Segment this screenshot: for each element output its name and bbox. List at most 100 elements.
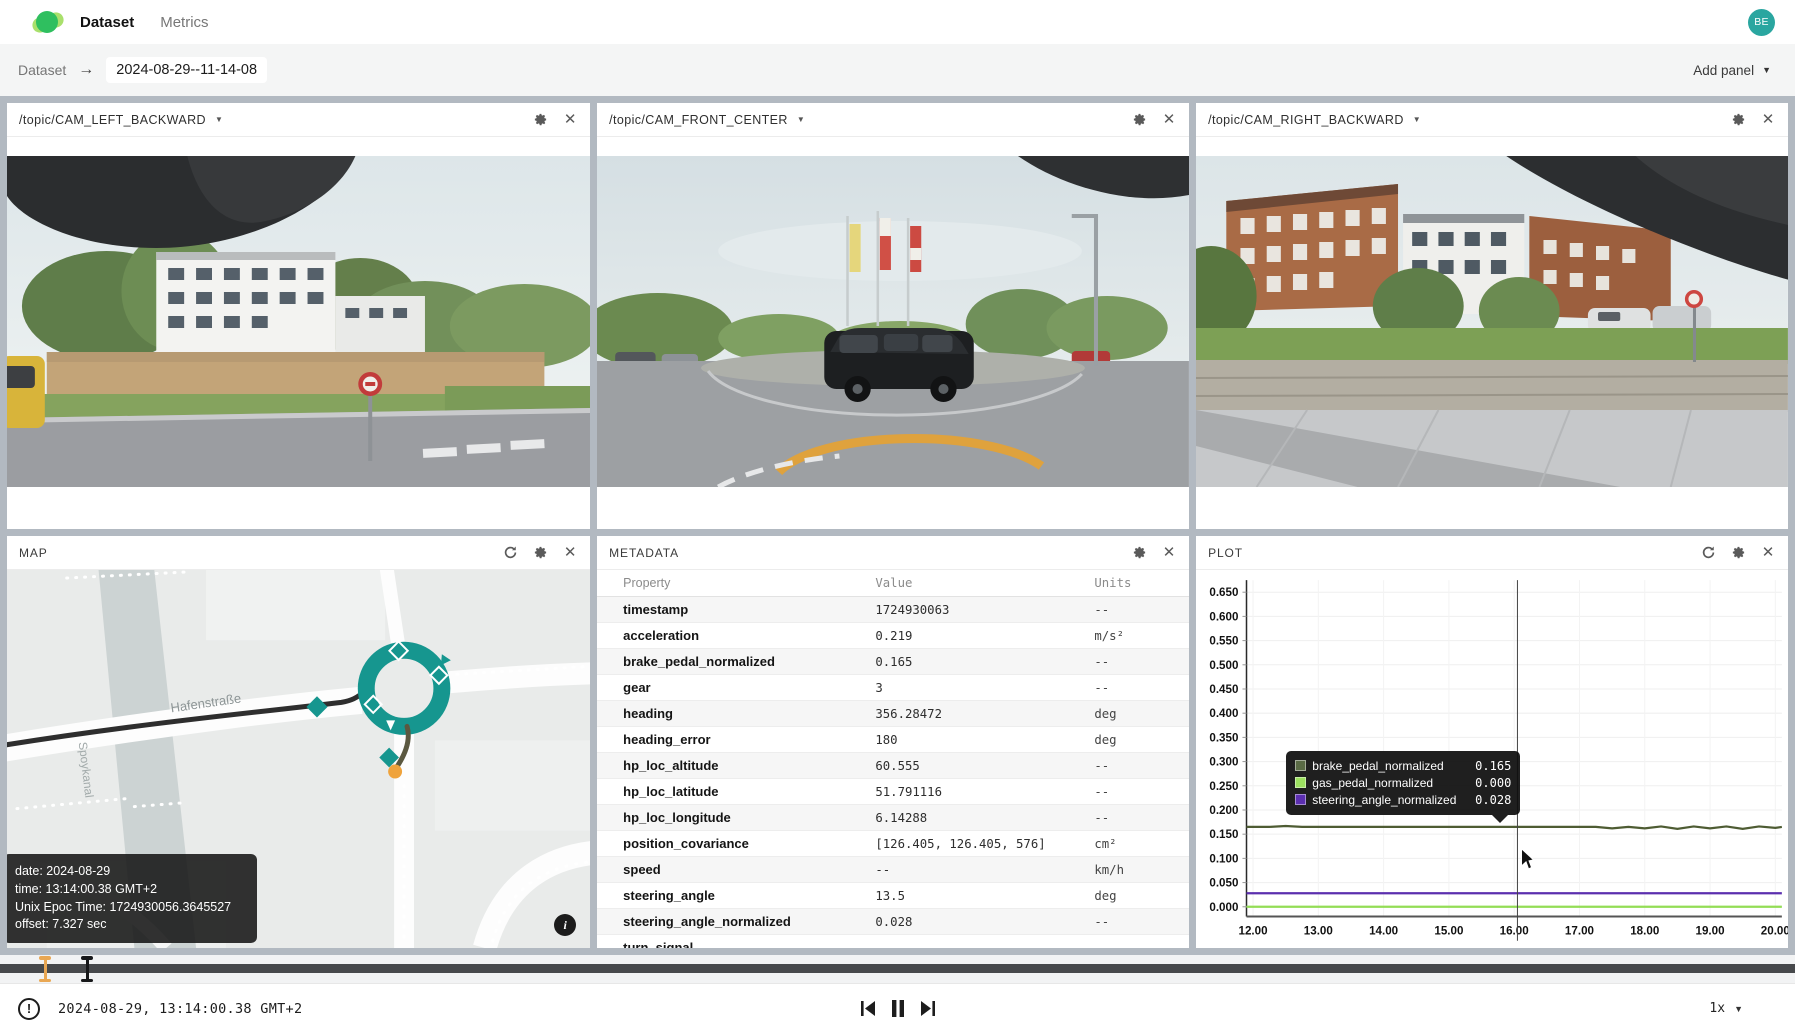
panel-title-metadata: METADATA (609, 546, 679, 560)
y-tick-label: 0.250 (1209, 780, 1238, 793)
close-icon[interactable]: ✕ (562, 112, 578, 128)
table-row: timestamp1724930063-- (597, 597, 1189, 623)
speed-label: 1x (1709, 1001, 1725, 1016)
close-icon[interactable]: ✕ (1760, 545, 1776, 561)
units-cell: -- (1094, 935, 1189, 949)
table-row: gear3-- (597, 675, 1189, 701)
y-tick-label: 0.200 (1209, 804, 1238, 817)
alert-icon[interactable]: ! (18, 998, 40, 1020)
property-cell: turn_signal (597, 935, 875, 949)
camera-view-left-backward[interactable] (7, 156, 590, 487)
metadata-table-body: timestamp1724930063--acceleration0.219m/… (597, 597, 1189, 949)
x-tick-label: 20.00 (1761, 925, 1788, 938)
y-tick-label: 0.500 (1209, 659, 1238, 672)
plot-legend-tooltip: brake_pedal_normalized0.165gas_pedal_nor… (1286, 751, 1520, 815)
gear-icon[interactable] (532, 545, 548, 561)
breadcrumb-bar: Dataset → 2024-08-29--11-14-08 Add panel… (0, 44, 1795, 96)
property-cell: hp_loc_altitude (597, 753, 875, 779)
gear-icon[interactable] (1730, 112, 1746, 128)
units-cell: -- (1094, 909, 1189, 935)
app-logo-icon[interactable] (34, 8, 64, 36)
info-icon[interactable]: i (554, 914, 576, 936)
camera-view-right-backward[interactable] (1196, 156, 1788, 487)
close-icon[interactable]: ✕ (1161, 545, 1177, 561)
property-cell: heading_error (597, 727, 875, 753)
x-tick-label: 14.00 (1369, 925, 1398, 938)
legend-swatch (1295, 794, 1306, 805)
add-panel-label: Add panel (1693, 63, 1754, 78)
y-tick-label: 0.550 (1209, 635, 1238, 648)
y-tick-label: 0.000 (1209, 901, 1238, 914)
gear-icon[interactable] (1131, 112, 1147, 128)
y-tick-label: 0.400 (1209, 707, 1238, 720)
value-cell: [126.405, 126.405, 576] (875, 831, 1094, 857)
panel-plot: PLOT ✕ 0.0000.0500.1000.1500.2000.2500.3… (1196, 536, 1788, 948)
chevron-down-icon: ▼ (1762, 65, 1771, 75)
chevron-down-icon: ▼ (1734, 1004, 1743, 1014)
scene-center (597, 156, 1189, 487)
scene-left (7, 156, 590, 487)
legend-value: 0.028 (1475, 793, 1511, 807)
property-cell: steering_angle_normalized (597, 909, 875, 935)
y-tick-label: 0.350 (1209, 731, 1238, 744)
panel-map: MAP ✕ (7, 536, 590, 948)
timeline-scrubber (0, 955, 1795, 983)
property-cell: gear (597, 675, 875, 701)
units-cell: m/s² (1094, 623, 1189, 649)
metadata-table: Property Value Units timestamp1724930063… (597, 570, 1189, 948)
value-cell: 0.165 (875, 649, 1094, 675)
x-tick-label: 19.00 (1696, 925, 1725, 938)
tab-metrics[interactable]: Metrics (160, 14, 208, 31)
add-panel-button[interactable]: Add panel ▼ (1693, 63, 1771, 78)
property-cell: position_covariance (597, 831, 875, 857)
gear-icon[interactable] (532, 112, 548, 128)
topic-selector-cam-left[interactable]: /topic/CAM_LEFT_BACKWARD ▼ (19, 113, 223, 127)
breadcrumb-arrow-icon: → (78, 61, 94, 79)
tooltip-offset: offset: 7.327 sec (15, 916, 245, 934)
skip-forward-button[interactable] (920, 1000, 936, 1017)
camera-view-front-center[interactable] (597, 156, 1189, 487)
value-cell: 60.555 (875, 753, 1094, 779)
user-avatar[interactable]: BE (1748, 9, 1775, 36)
skip-back-button[interactable] (860, 1000, 876, 1017)
plot-canvas[interactable]: 0.0000.0500.1000.1500.2000.2500.3000.350… (1196, 570, 1788, 948)
close-icon[interactable]: ✕ (1760, 112, 1776, 128)
map-time-tooltip: date: 2024-08-29 time: 13:14:00.38 GMT+2… (7, 854, 257, 943)
legend-label: steering_angle_normalized (1312, 793, 1475, 807)
table-row: brake_pedal_normalized0.165-- (597, 649, 1189, 675)
table-row: acceleration0.219m/s² (597, 623, 1189, 649)
close-icon[interactable]: ✕ (1161, 112, 1177, 128)
gear-icon[interactable] (1131, 545, 1147, 561)
close-icon[interactable]: ✕ (562, 545, 578, 561)
value-cell: 0.028 (875, 909, 1094, 935)
breadcrumb-root[interactable]: Dataset (18, 62, 66, 78)
legend-swatch (1295, 760, 1306, 771)
topic-selector-cam-center[interactable]: /topic/CAM_FRONT_CENTER ▼ (609, 113, 805, 127)
breadcrumb-current[interactable]: 2024-08-29--11-14-08 (106, 57, 267, 83)
timeline-track[interactable] (0, 964, 1795, 973)
column-header-value: Value (875, 570, 1094, 597)
topic-selector-cam-right[interactable]: /topic/CAM_RIGHT_BACKWARD ▼ (1208, 113, 1421, 127)
topic-label: /topic/CAM_RIGHT_BACKWARD (1208, 113, 1404, 127)
refresh-icon[interactable] (1700, 545, 1716, 561)
property-cell: steering_angle (597, 883, 875, 909)
units-cell: -- (1094, 805, 1189, 831)
gear-icon[interactable] (1730, 545, 1746, 561)
value-cell: 13.5 (875, 883, 1094, 909)
x-tick-label: 16.00 (1500, 925, 1529, 938)
playback-speed-dropdown[interactable]: 1x ▼ (1709, 1001, 1743, 1016)
pause-button[interactable] (891, 1000, 905, 1017)
units-cell: -- (1094, 649, 1189, 675)
tab-dataset[interactable]: Dataset (80, 14, 134, 31)
timeline-marker-offset[interactable] (38, 956, 52, 982)
timeline-marker-playhead[interactable] (80, 956, 94, 982)
y-tick-label: 0.150 (1209, 828, 1238, 841)
chevron-down-icon: ▼ (797, 115, 805, 124)
y-tick-label: 0.100 (1209, 852, 1238, 865)
table-row: hp_loc_latitude51.791116-- (597, 779, 1189, 805)
table-row: heading356.28472deg (597, 701, 1189, 727)
map-canvas[interactable]: Hafenstraße Spoykanal date: 2024-08-29 t… (7, 570, 590, 948)
table-row: hp_loc_altitude60.555-- (597, 753, 1189, 779)
refresh-icon[interactable] (502, 545, 518, 561)
property-cell: speed (597, 857, 875, 883)
